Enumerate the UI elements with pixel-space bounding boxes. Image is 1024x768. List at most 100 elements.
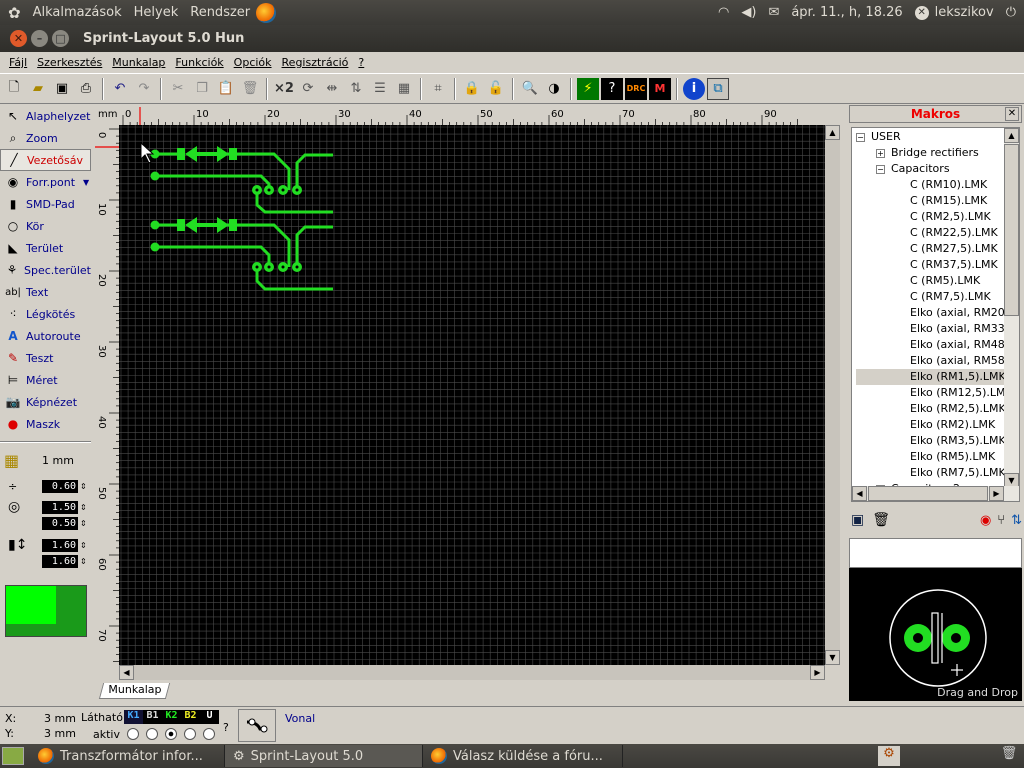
- mirror-macro-icon[interactable]: ⑂: [997, 513, 1005, 528]
- tree-item[interactable]: Elko (RM12,5).LMK: [856, 385, 1013, 401]
- smd-width-field[interactable]: 1.60: [42, 538, 78, 552]
- firefox-launcher-icon[interactable]: [256, 2, 277, 23]
- align-icon[interactable]: ☰: [369, 78, 391, 100]
- clock[interactable]: ápr. 11., h, 18.26: [791, 5, 902, 20]
- expand-icon[interactable]: +: [876, 149, 885, 158]
- pcb-board-svg[interactable]: [119, 125, 825, 665]
- tree-item[interactable]: Elko (RM1,5).LMK: [856, 369, 1006, 385]
- trash-icon[interactable]: 🗑: [1000, 746, 1018, 766]
- grid-setting[interactable]: ▦ 1 mm: [0, 449, 91, 471]
- radio-b2[interactable]: [184, 728, 196, 740]
- tool-airwire[interactable]: ⁖ Légkötés: [0, 303, 91, 325]
- pad[interactable]: [150, 220, 160, 230]
- minimize-window-button[interactable]: –: [31, 30, 48, 47]
- unlock-icon[interactable]: 🔓: [485, 78, 507, 100]
- tree-item[interactable]: Elko (axial, RM58).L: [856, 353, 1019, 369]
- trace[interactable]: [155, 174, 271, 190]
- scroll-left-button[interactable]: ◀: [119, 665, 134, 680]
- track-width-spin-icon[interactable]: ⇕: [80, 482, 87, 491]
- pad-inner-field[interactable]: 0.50: [42, 516, 78, 530]
- smd-pad[interactable]: [229, 219, 237, 231]
- user-name[interactable]: lekszikov: [935, 5, 994, 20]
- tool-circle[interactable]: ○ Kör: [0, 215, 91, 237]
- tree-item[interactable]: C (RM10).LMK: [856, 177, 1004, 193]
- layer-u[interactable]: U: [200, 710, 219, 724]
- tool-measure[interactable]: ⊨ Méret: [0, 369, 91, 391]
- vertical-scrollbar[interactable]: ▲ ▼: [825, 125, 840, 665]
- tree-item[interactable]: Elko (RM7,5).LMK: [856, 465, 1006, 481]
- close-makros-button[interactable]: ✕: [1005, 107, 1019, 121]
- smd-height-field[interactable]: 1.60: [42, 554, 78, 568]
- tool-photo-view[interactable]: 📷 Képnézet: [0, 391, 91, 413]
- open-folder-icon[interactable]: ▰: [27, 78, 49, 100]
- refresh-macro-icon[interactable]: ⇅: [1011, 513, 1022, 528]
- tool-autoroute[interactable]: A Autoroute: [0, 325, 91, 347]
- radio-b1[interactable]: [146, 728, 158, 740]
- duplicate-x2-button[interactable]: ×2: [273, 78, 295, 100]
- undo-icon[interactable]: ↶: [109, 78, 131, 100]
- trace[interactable]: [295, 225, 333, 267]
- tool-test[interactable]: ✎ Teszt: [0, 347, 91, 369]
- redo-icon[interactable]: ↷: [133, 78, 155, 100]
- tree-item[interactable]: C (RM15).LMK: [856, 193, 1004, 209]
- user-status-icon[interactable]: ✕: [914, 5, 929, 20]
- layer-k2[interactable]: K2: [162, 710, 181, 724]
- record-macro-icon[interactable]: ◉: [980, 513, 991, 528]
- task-sprint-layout[interactable]: ⚙ Sprint-Layout 5.0: [225, 745, 423, 767]
- connections-icon[interactable]: ⧉: [707, 77, 729, 100]
- maximize-window-button[interactable]: □: [52, 30, 69, 47]
- pad-outer-field[interactable]: 1.50: [42, 500, 78, 514]
- tree-scroll-left-button[interactable]: ◀: [852, 486, 867, 501]
- menu-help[interactable]: ?: [358, 56, 364, 69]
- delete-icon[interactable]: 🗑: [239, 78, 261, 100]
- menu-options[interactable]: Opciók: [234, 56, 272, 69]
- info-icon[interactable]: i: [683, 77, 705, 100]
- mail-icon[interactable]: ✉: [768, 5, 779, 20]
- component-info-icon[interactable]: ?: [601, 77, 623, 100]
- collapse-icon[interactable]: −: [856, 133, 865, 142]
- zoom-search-icon[interactable]: 🔍: [519, 78, 541, 100]
- tool-track[interactable]: ╱ Vezetősáv: [0, 149, 91, 171]
- tree-scroll-thumb[interactable]: [1004, 144, 1019, 316]
- pad[interactable]: [150, 242, 160, 252]
- tree-item[interactable]: C (RM5).LMK: [856, 273, 1004, 289]
- radio-u[interactable]: [203, 728, 215, 740]
- tool-area[interactable]: ◣ Terület: [0, 237, 91, 259]
- close-window-button[interactable]: ✕: [10, 30, 27, 47]
- task-firefox-forum[interactable]: Válasz küldése a fóru...: [423, 745, 623, 767]
- preview-canvas[interactable]: Drag and Drop: [849, 568, 1022, 701]
- menu-registration[interactable]: Regisztráció: [282, 56, 349, 69]
- lock-icon[interactable]: 🔒: [461, 78, 483, 100]
- sheet-tab-munkalap[interactable]: Munkalap: [98, 683, 171, 699]
- collapse-icon[interactable]: −: [876, 165, 885, 174]
- radio-k2[interactable]: [165, 728, 177, 740]
- menu-functions[interactable]: Funkciók: [175, 56, 223, 69]
- smd-width-spin-icon[interactable]: ⇕: [80, 541, 87, 550]
- delete-macro-icon[interactable]: 🗑: [872, 512, 890, 528]
- pad-dropdown-arrow-icon[interactable]: ▼: [83, 178, 89, 187]
- copy-icon[interactable]: ❐: [191, 78, 213, 100]
- pcb-view-icon[interactable]: ⚡: [577, 77, 599, 100]
- smd-pad[interactable]: [177, 219, 185, 231]
- rotate-icon[interactable]: ⟳: [297, 78, 319, 100]
- trace[interactable]: [155, 245, 271, 267]
- menu-applications[interactable]: Alkalmazások: [27, 5, 128, 20]
- radio-k1[interactable]: [127, 728, 139, 740]
- pad[interactable]: [150, 171, 160, 181]
- pad-outer-spin-icon[interactable]: ⇕: [80, 503, 87, 512]
- paste-icon[interactable]: 📋: [215, 78, 237, 100]
- tree-item[interactable]: − Capacitors: [856, 161, 1004, 177]
- scroll-up-button[interactable]: ▲: [825, 125, 840, 140]
- tree-item[interactable]: Elko (RM3,5).LMK: [856, 433, 1006, 449]
- show-desktop-icon[interactable]: [2, 747, 24, 765]
- layer-color-swatch[interactable]: [5, 585, 87, 637]
- tree-item[interactable]: C (RM2,5).LMK: [856, 209, 1004, 225]
- tray-app-icon[interactable]: ⚙: [878, 746, 900, 766]
- tool-mask[interactable]: ● Maszk: [0, 413, 91, 435]
- macro-tree[interactable]: − USER + Bridge rectifiers − Capacitors C (RM1…: [851, 127, 1020, 502]
- group-icon[interactable]: ▦: [393, 78, 415, 100]
- layer-k1[interactable]: K1: [124, 710, 143, 724]
- tree-item[interactable]: Elko (axial, RM48).L: [856, 337, 1019, 353]
- save-macro-icon[interactable]: ▣: [851, 512, 864, 528]
- tool-special-area[interactable]: ⚘ Spec.terület: [0, 259, 91, 281]
